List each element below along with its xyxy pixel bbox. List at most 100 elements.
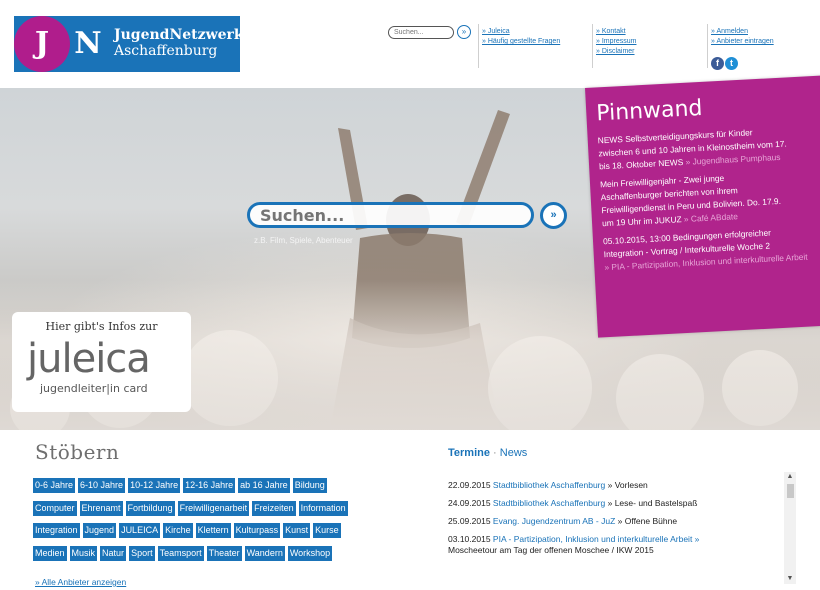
- tag-row: Integration Jugend JULEICA Kirche Klettern Ku…: [33, 520, 344, 538]
- tag-row: Medien Musik Natur Sport Teamsport Theater Wan…: [33, 543, 335, 561]
- tag[interactable]: 12-16 Jahre: [183, 478, 236, 493]
- tag[interactable]: Kurse: [313, 523, 341, 538]
- tag[interactable]: Wandern: [244, 546, 285, 561]
- event-title: Offene Bühne: [624, 516, 678, 526]
- termine-list: 22.09.2015 Stadtbibliothek Aschaffenburg…: [448, 480, 774, 563]
- tag[interactable]: Fortbildung: [125, 501, 175, 516]
- termine-scrollbar[interactable]: ▲ ▼: [784, 472, 796, 584]
- header-links-col3: » Anmelden » Anbieter eintragen: [711, 27, 774, 47]
- header-divider: [707, 24, 708, 68]
- pinnwand-text: um 19 Uhr im JUKUZ: [601, 214, 685, 229]
- event-title: Moscheetour am Tag der offenen Moschee /…: [448, 545, 654, 555]
- pinnwand-item: Mein Freiwilligenjahr - Zwei junge Ascha…: [600, 166, 820, 230]
- event-organizer[interactable]: Stadtbibliothek Aschaffenburg: [493, 480, 605, 490]
- tag[interactable]: Computer: [33, 501, 77, 516]
- logo-letter-n: N: [74, 26, 102, 61]
- link-anbieter-eintragen[interactable]: » Anbieter eintragen: [711, 37, 774, 47]
- pinnwand-panel: Pinnwand NEWS Selbstverteidigungskurs fü…: [585, 74, 820, 338]
- tag[interactable]: ab 16 Jahre: [238, 478, 290, 493]
- tag[interactable]: Ehrenamt: [79, 501, 123, 516]
- link-faq[interactable]: » Häufig gestellte Fragen: [482, 37, 560, 47]
- header-links-col1: » Juleica » Häufig gestellte Fragen: [482, 27, 560, 47]
- tag[interactable]: Musik: [69, 546, 98, 561]
- event-separator: »: [605, 498, 615, 508]
- header-divider: [478, 24, 479, 68]
- facebook-icon[interactable]: f: [711, 57, 724, 70]
- site-logo[interactable]: J N JugendNetzwerk Aschaffenburg: [14, 16, 244, 72]
- event-organizer[interactable]: PIA - Partizipation, Inklusion und inter…: [493, 534, 699, 544]
- tab-news[interactable]: News: [500, 447, 528, 459]
- hero-search-hint: z.B. Film, Spiele, Abenteuer: [254, 236, 353, 245]
- pinnwand-title: Pinnwand: [595, 95, 704, 127]
- tag[interactable]: 10-12 Jahre: [128, 478, 181, 493]
- hero-search-button[interactable]: »: [540, 202, 567, 229]
- event-organizer[interactable]: Stadtbibliothek Aschaffenburg: [493, 498, 605, 508]
- scroll-up-icon[interactable]: ▲: [784, 472, 796, 482]
- pinnwand-text: bis 18. Oktober NEWS: [598, 156, 686, 172]
- all-providers-link[interactable]: » Alle Anbieter anzeigen: [35, 577, 126, 587]
- tab-separator: ·: [493, 447, 497, 459]
- event-organizer[interactable]: Evang. Jugendzentrum AB - JuZ: [493, 516, 615, 526]
- header-search-button[interactable]: »: [457, 25, 471, 39]
- tag[interactable]: Kunst: [283, 523, 311, 538]
- tag[interactable]: Integration: [33, 523, 80, 538]
- logo-letter-j: J: [14, 16, 70, 72]
- link-disclaimer[interactable]: » Disclaimer: [596, 47, 636, 57]
- event-date: 25.09.2015: [448, 516, 491, 526]
- tag[interactable]: Bildung: [292, 478, 327, 493]
- tag-row: 0-6 Jahre 6-10 Jahre 10-12 Jahre 12-16 Jahr…: [33, 475, 330, 493]
- tag[interactable]: Freiwilligenarbeit: [177, 501, 250, 516]
- list-item: 25.09.2015 Evang. Jugendzentrum AB - JuZ…: [448, 516, 774, 527]
- link-kontakt[interactable]: » Kontakt: [596, 27, 636, 37]
- tag-row: Computer Ehrenamt Fortbildung Freiwilligena…: [33, 498, 351, 516]
- pinnwand-link[interactable]: » Jugendhaus Pumphaus: [685, 152, 780, 167]
- pinnwand-link[interactable]: » Café ABdate: [684, 211, 738, 224]
- tag[interactable]: 0-6 Jahre: [33, 478, 76, 493]
- header: J N JugendNetzwerk Aschaffenburg » » Jul…: [0, 0, 820, 88]
- tag[interactable]: Jugend: [82, 523, 117, 538]
- event-separator: »: [605, 480, 615, 490]
- header-divider: [592, 24, 593, 68]
- tag[interactable]: Information: [298, 501, 348, 516]
- pinnwand-item: NEWS Selbstverteidigungskurs für Kinder …: [597, 122, 820, 174]
- header-links-col2: » Kontakt » Impressum » Disclaimer: [596, 27, 636, 57]
- link-juleica[interactable]: » Juleica: [482, 27, 560, 37]
- juleica-card[interactable]: Hier gibt's Infos zur juleica jugendleit…: [12, 312, 191, 412]
- pinnwand-item: 05.10.2015, 13:00 Bedingungen erfolgreic…: [603, 223, 820, 275]
- list-item: 22.09.2015 Stadtbibliothek Aschaffenburg…: [448, 480, 774, 491]
- header-search-input[interactable]: [388, 26, 454, 39]
- juleica-subline: jugendleiter|in card: [40, 382, 148, 395]
- tag[interactable]: Workshop: [287, 546, 333, 561]
- stoebern-title: Stöbern: [35, 440, 120, 464]
- tag[interactable]: 6-10 Jahre: [78, 478, 126, 493]
- tag[interactable]: Medien: [33, 546, 67, 561]
- event-separator: »: [615, 516, 625, 526]
- event-date: 03.10.2015: [448, 534, 491, 544]
- tag[interactable]: JULEICA: [119, 523, 161, 538]
- hero-search-input[interactable]: [247, 202, 534, 228]
- juleica-intro: Hier gibt's Infos zur: [45, 320, 158, 333]
- logo-line1: JugendNetzwerk: [114, 27, 244, 43]
- tab-termine[interactable]: Termine: [448, 447, 490, 459]
- tag[interactable]: Kulturpass: [233, 523, 281, 538]
- juleica-wordmark: juleica: [27, 336, 151, 382]
- event-date: 24.09.2015: [448, 498, 491, 508]
- page: J N JugendNetzwerk Aschaffenburg » » Jul…: [0, 0, 820, 590]
- tag[interactable]: Freizeiten: [252, 501, 296, 516]
- event-date: 22.09.2015: [448, 480, 491, 490]
- termine-header: Termine · News: [448, 447, 527, 459]
- tag[interactable]: Klettern: [195, 523, 231, 538]
- social-links: ft: [711, 57, 738, 75]
- link-anmelden[interactable]: » Anmelden: [711, 27, 774, 37]
- scrollbar-thumb[interactable]: [787, 484, 794, 498]
- twitter-icon[interactable]: t: [725, 57, 738, 70]
- tag[interactable]: Theater: [206, 546, 242, 561]
- event-title: Lese- und Bastelspaß: [614, 498, 698, 508]
- scroll-down-icon[interactable]: ▼: [784, 574, 796, 584]
- tag[interactable]: Kirche: [163, 523, 193, 538]
- tag[interactable]: Sport: [129, 546, 155, 561]
- tag[interactable]: Teamsport: [157, 546, 204, 561]
- tag[interactable]: Natur: [100, 546, 127, 561]
- list-item: 24.09.2015 Stadtbibliothek Aschaffenburg…: [448, 498, 774, 509]
- link-impressum[interactable]: » Impressum: [596, 37, 636, 47]
